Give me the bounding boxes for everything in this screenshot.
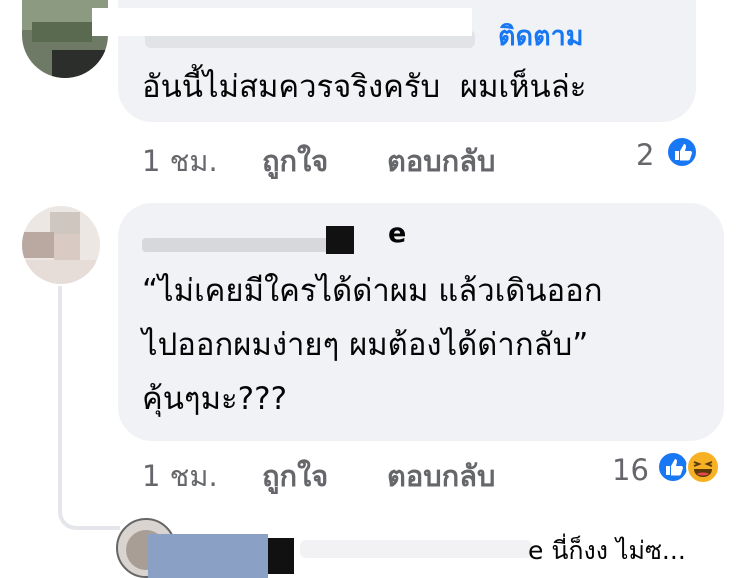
like-icon — [666, 136, 698, 168]
reply-action-1[interactable]: ตอบกลับ — [387, 138, 495, 184]
follow-link[interactable]: ติดตาม — [498, 14, 584, 57]
reply-preview-text[interactable]: e นี่ก็งง ไม่ซ... — [528, 524, 686, 578]
comment-text-2-line-2: ไปออกผมง่ายๆ ผมต้องได้ด่ากลับ” — [142, 327, 589, 363]
reaction-count-2[interactable]: 16 — [612, 453, 649, 487]
reply-author-redacted[interactable] — [148, 534, 268, 578]
haha-icon — [686, 450, 720, 484]
reply-thread-line — [58, 286, 120, 530]
comment-text-2-line-3: คุ้นๆมะ??? — [142, 381, 288, 417]
reply-action-2[interactable]: ตอบกลับ — [387, 453, 495, 499]
author-name-redacted[interactable] — [142, 238, 332, 252]
comment-time-2[interactable]: 1 ชม. — [142, 453, 218, 499]
redaction-box — [326, 226, 354, 254]
comment-time-1[interactable]: 1 ชม. — [142, 138, 218, 184]
like-action-1[interactable]: ถูกใจ — [262, 138, 328, 184]
like-action-2[interactable]: ถูกใจ — [262, 453, 328, 499]
reply-text-redacted — [300, 540, 532, 558]
reaction-count-1[interactable]: 2 — [636, 138, 654, 172]
commenter-avatar-2[interactable] — [22, 206, 100, 284]
author-name-visible[interactable]: e — [388, 218, 406, 249]
redaction-box — [268, 538, 294, 574]
comment-text-1: อันนี้ไม่สมควรจริงครับ ผมเห็นล่ะ — [142, 69, 587, 105]
like-icon — [657, 451, 689, 483]
comment-text-2-line-1: “ไม่เคยมีใครได้ด่าผม แล้วเดินออก — [142, 273, 603, 309]
redaction-box — [92, 8, 472, 36]
